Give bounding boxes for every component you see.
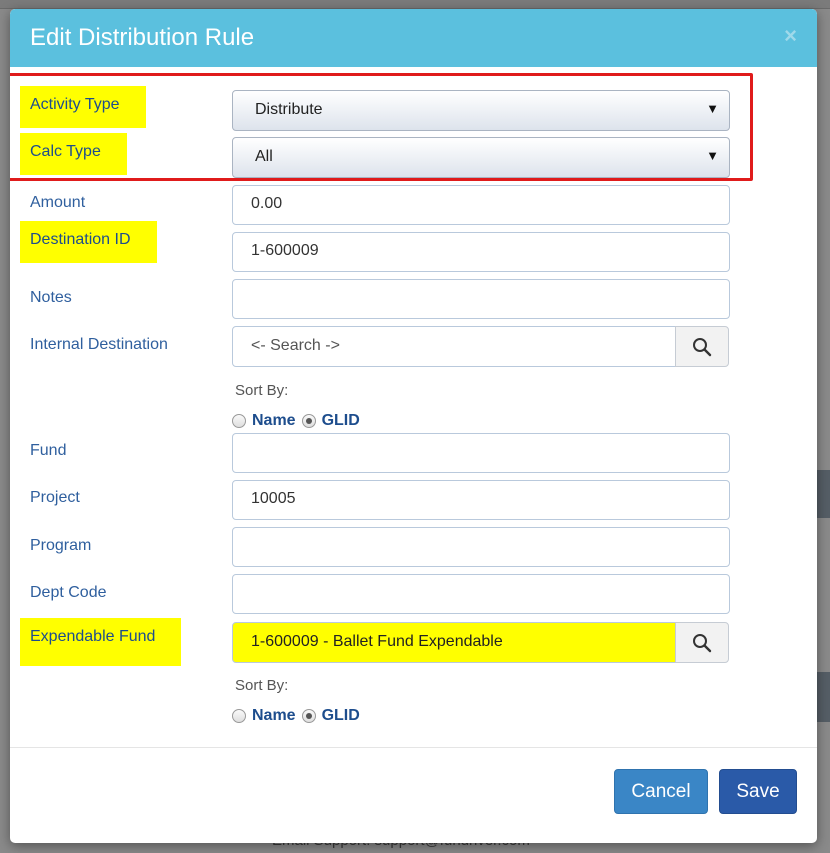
cancel-button[interactable]: Cancel: [614, 769, 708, 814]
sort-by-options: Name GLID: [232, 707, 366, 725]
expendable-fund-label: Expendable Fund: [20, 618, 182, 666]
caret-down-icon: ▼: [706, 148, 719, 163]
expendable-fund-search-button[interactable]: [675, 622, 729, 663]
caret-down-icon: ▼: [706, 101, 719, 116]
dept-code-label: Dept Code: [30, 584, 107, 601]
edit-distribution-rule-dialog: Edit Distribution Rule × Activity Type D…: [10, 9, 817, 843]
sort-glid-label: GLID: [321, 707, 360, 724]
sort-glid-label: GLID: [321, 412, 360, 429]
modal-header: Edit Distribution Rule ×: [10, 9, 817, 67]
activity-type-select[interactable]: Distribute ▼: [232, 90, 730, 131]
amount-input[interactable]: 0.00: [232, 185, 730, 225]
sort-glid-radio[interactable]: [301, 414, 316, 428]
footer-divider: [10, 747, 817, 748]
project-input[interactable]: 10005: [232, 480, 730, 520]
sort-by-label: Sort By:: [235, 677, 289, 694]
internal-destination-label: Internal Destination: [30, 336, 168, 353]
dept-code-input[interactable]: [232, 574, 730, 614]
amount-label: Amount: [30, 194, 86, 211]
sort-by-options: Name GLID: [232, 412, 366, 430]
notes-input[interactable]: [232, 279, 730, 319]
search-icon: [693, 337, 712, 356]
activity-type-value: Distribute: [255, 101, 323, 118]
sort-name-label: Name: [252, 412, 296, 429]
expendable-fund-search-input[interactable]: 1-600009 - Ballet Fund Expendable: [232, 622, 676, 663]
sort-by-label: Sort By:: [235, 382, 289, 399]
fund-input[interactable]: [232, 433, 730, 473]
backdrop-panel: [816, 470, 830, 518]
save-button[interactable]: Save: [719, 769, 797, 814]
notes-label: Notes: [30, 289, 72, 306]
backdrop-panel: [816, 672, 830, 722]
sort-name-radio[interactable]: [232, 414, 246, 428]
calc-type-label: Calc Type: [20, 133, 127, 175]
program-input[interactable]: [232, 527, 730, 567]
close-icon[interactable]: ×: [784, 23, 797, 49]
project-label: Project: [30, 489, 80, 506]
destination-id-label: Destination ID: [20, 221, 157, 263]
internal-destination-search-input[interactable]: <- Search ->: [232, 326, 676, 367]
calc-type-value: All: [255, 148, 273, 165]
sort-glid-radio[interactable]: [301, 709, 316, 723]
sort-name-radio[interactable]: [232, 709, 246, 723]
backdrop-header: [0, 0, 830, 9]
destination-id-input[interactable]: 1-600009: [232, 232, 730, 272]
search-icon: [693, 633, 712, 652]
calc-type-select[interactable]: All ▼: [232, 137, 730, 178]
modal-title: Edit Distribution Rule: [30, 24, 255, 51]
fund-label: Fund: [30, 442, 67, 459]
sort-name-label: Name: [252, 707, 296, 724]
internal-destination-search-button[interactable]: [675, 326, 729, 367]
activity-type-label: Activity Type: [20, 86, 146, 128]
program-label: Program: [30, 537, 92, 554]
